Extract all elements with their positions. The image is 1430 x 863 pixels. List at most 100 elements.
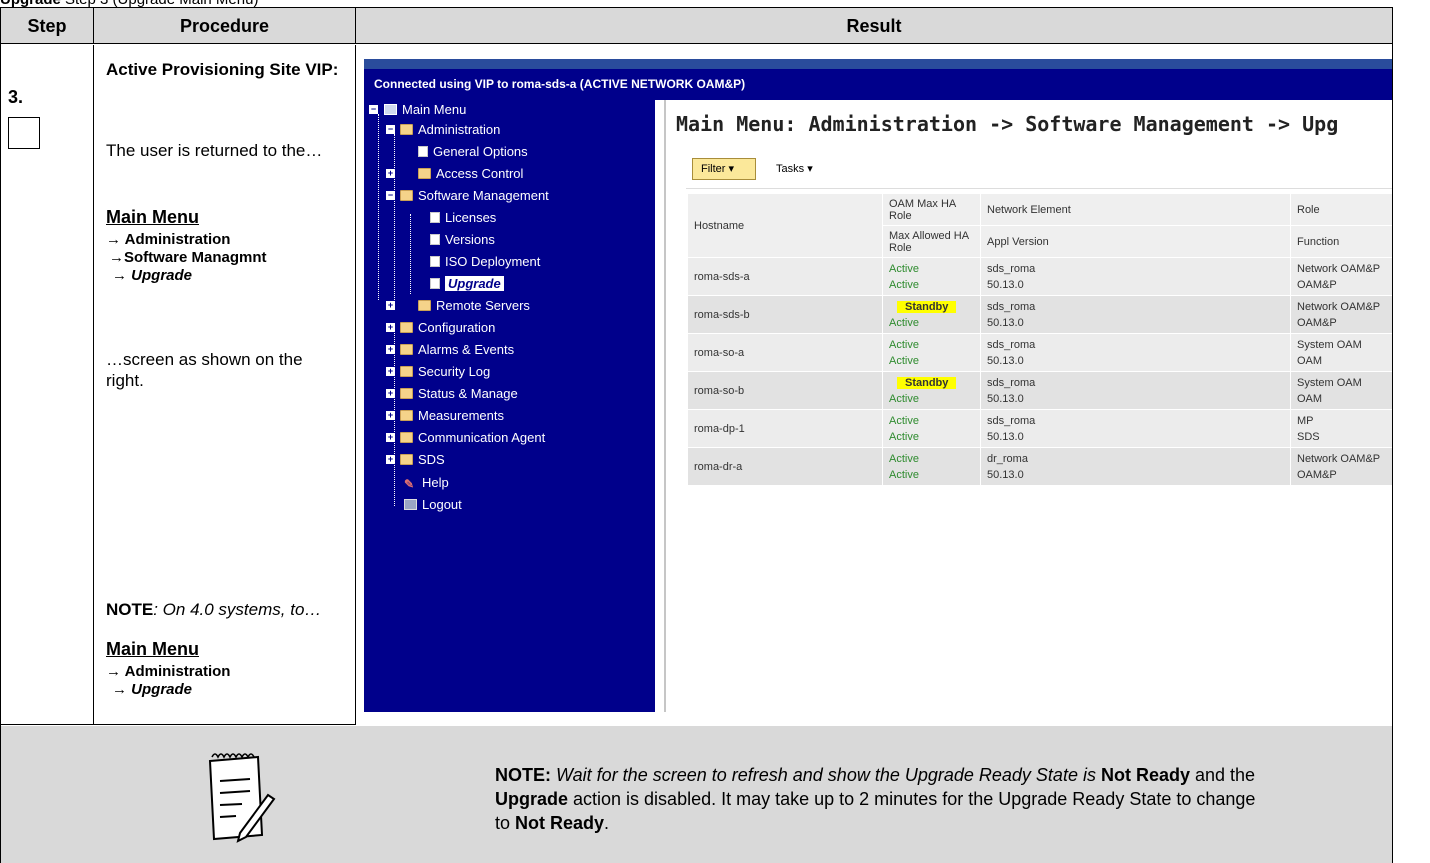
nav-communication-agent[interactable]: Communication Agent — [400, 428, 545, 448]
col-appl-version[interactable]: Appl Version — [980, 225, 1291, 258]
step-checkbox[interactable] — [8, 117, 40, 149]
cell-hostname: roma-dr-a — [687, 447, 883, 486]
step-number: 3. — [8, 87, 24, 107]
nav-security-log[interactable]: Security Log — [400, 362, 490, 382]
cell-oam-max-ha-role: Active — [889, 415, 919, 427]
expand-icon[interactable]: + — [386, 323, 395, 332]
table-row[interactable]: roma-sds-a Active Active sds_roma 50.13.0 Net… — [687, 257, 1392, 296]
cell-ha-roles: Active Active — [882, 333, 981, 372]
folder-icon — [400, 124, 413, 135]
cell-ha-roles: Active Active — [882, 409, 981, 448]
procedure-nav-software: →Software Managmnt — [109, 249, 267, 266]
tasks-button[interactable]: Tasks ▾ — [776, 162, 813, 175]
note-text: NOTE: Wait for the screen to refresh and… — [495, 763, 1275, 835]
nav-software-management-label: Software Management — [418, 188, 549, 203]
procedure-nav-administration-2: → Administration — [106, 663, 231, 680]
col-function[interactable]: Function — [1290, 225, 1392, 258]
col-network-element[interactable]: Network Element — [980, 193, 1291, 226]
nav-versions[interactable]: Versions — [430, 230, 495, 250]
cell-hostname: roma-so-b — [687, 371, 883, 410]
table-row[interactable]: roma-so-b Standby Active sds_roma 50.13.0 Sys… — [687, 371, 1392, 410]
nav-configuration-label: Configuration — [418, 320, 496, 335]
col-max-allowed-ha-role[interactable]: Max Allowed HA Role — [882, 225, 981, 258]
cell-network-element: dr_roma — [987, 453, 1028, 465]
collapse-icon[interactable]: − — [369, 105, 378, 114]
nav-upgrade[interactable]: Upgrade — [430, 274, 504, 294]
nav-remote-servers[interactable]: Remote Servers — [418, 296, 530, 316]
procedure-text-2: …screen as shown on the right. — [106, 350, 303, 390]
expand-icon[interactable]: + — [386, 301, 395, 310]
nav-logout[interactable]: Logout — [404, 495, 462, 515]
cell-max-allowed-ha-role: Active — [889, 393, 919, 405]
procedure-note-text: : On 4.0 systems, to… — [153, 600, 322, 619]
col-role[interactable]: Role — [1290, 193, 1392, 226]
cell-appl-version: 50.13.0 — [987, 317, 1024, 329]
expand-icon[interactable]: + — [386, 345, 395, 354]
cell-max-allowed-ha-role: Active — [889, 279, 919, 291]
cell-network-element: sds_roma — [987, 415, 1036, 427]
nav-configuration[interactable]: Configuration — [400, 318, 495, 338]
collapse-icon[interactable]: − — [386, 125, 395, 134]
expand-icon[interactable]: + — [386, 169, 395, 178]
note-text-1: Wait for the screen to refresh and show … — [551, 765, 1101, 785]
page-icon — [430, 256, 440, 267]
cell-network-element: sds_roma — [987, 263, 1036, 275]
cell-ha-roles: Active Active — [882, 447, 981, 486]
nav-sds[interactable]: SDS — [400, 450, 445, 470]
note-text-3: action is disabled. It may take up to 2 … — [495, 789, 1256, 833]
expand-icon[interactable]: + — [386, 433, 395, 442]
nav-sds-label: SDS — [418, 452, 445, 467]
cell-ha-roles: Active Active — [882, 257, 981, 296]
note-label: NOTE: — [495, 765, 551, 785]
cell-appl-version: 50.13.0 — [987, 393, 1024, 405]
nav-main-menu[interactable]: Main Menu — [384, 100, 466, 120]
table-row[interactable]: roma-sds-b Standby Active sds_roma 50.13.0 Ne… — [687, 295, 1392, 334]
logout-icon — [404, 499, 417, 510]
nav-status-manage[interactable]: Status & Manage — [400, 384, 518, 404]
expand-icon[interactable]: + — [386, 367, 395, 376]
cell-hostname: roma-sds-b — [687, 295, 883, 334]
nav-administration[interactable]: Administration — [400, 120, 500, 140]
cell-oam-max-ha-role: Standby — [897, 377, 957, 389]
nav-licenses[interactable]: Licenses — [430, 208, 496, 228]
header-result: Result — [846, 16, 902, 36]
collapse-icon[interactable]: − — [386, 191, 395, 200]
expand-icon[interactable]: + — [386, 455, 395, 464]
cell-role: System OAM — [1297, 339, 1362, 351]
cell-network-element: sds_roma — [987, 339, 1036, 351]
cell-oam-max-ha-role: Active — [889, 339, 919, 351]
nav-general-options[interactable]: General Options — [418, 142, 528, 162]
cell-network-element: sds_roma — [987, 377, 1036, 389]
main-menu-icon — [384, 104, 397, 115]
nav-security-log-label: Security Log — [418, 364, 491, 379]
toolbar-divider — [686, 188, 1392, 189]
cell-role: Network OAM&P — [1297, 263, 1381, 275]
cell-role: MP — [1297, 415, 1314, 427]
table-row[interactable]: roma-so-a Active Active sds_roma 50.13.0 Syst… — [687, 333, 1392, 372]
table-row[interactable]: roma-dr-a Active Active dr_roma 50.13.0 Netwo… — [687, 447, 1392, 486]
nav-main-menu-label: Main Menu — [402, 102, 467, 117]
folder-icon — [400, 344, 413, 355]
table-header: Step Procedure Result — [1, 8, 1392, 44]
expand-icon[interactable]: + — [386, 389, 395, 398]
cell-role-function: Network OAM&P OAM&P — [1290, 257, 1392, 296]
cell-appl-version: 50.13.0 — [987, 469, 1024, 481]
col-hostname[interactable]: Hostname — [687, 193, 883, 258]
nav-alarms-events[interactable]: Alarms & Events — [400, 340, 514, 360]
nav-help[interactable]: ✎ Help — [404, 473, 449, 493]
cell-element-version: sds_roma 50.13.0 — [980, 409, 1291, 448]
procedure-note: NOTE: On 4.0 systems, to… — [106, 599, 336, 620]
nav-measurements[interactable]: Measurements — [400, 406, 504, 426]
upgrade-table: Hostname OAM Max HA Role Network Element… — [687, 193, 1392, 486]
expand-icon[interactable]: + — [386, 411, 395, 420]
nav-access-control[interactable]: Access Control — [418, 164, 523, 184]
nav-upgrade-label: Upgrade — [445, 276, 504, 291]
nav-software-management[interactable]: Software Management — [400, 186, 549, 206]
filter-button[interactable]: Filter ▾ — [692, 158, 756, 180]
table-row[interactable]: roma-dp-1 Active Active sds_roma 50.13.0 MP SD… — [687, 409, 1392, 448]
cell-appl-version: 50.13.0 — [987, 355, 1024, 367]
folder-icon — [400, 388, 413, 399]
col-oam-max-ha-role[interactable]: OAM Max HA Role — [882, 193, 981, 226]
tree-line — [410, 214, 411, 294]
nav-iso-deployment[interactable]: ISO Deployment — [430, 252, 540, 272]
